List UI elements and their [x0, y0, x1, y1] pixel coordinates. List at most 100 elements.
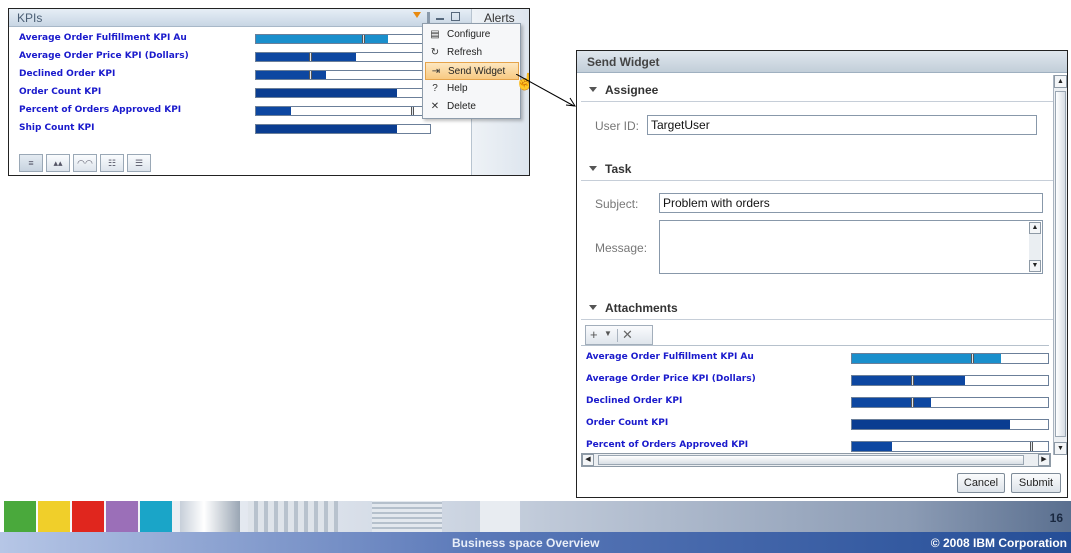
scrollbar-thumb[interactable] — [598, 455, 1024, 465]
menu-item-refresh[interactable]: ↻ Refresh — [425, 44, 519, 62]
footer-title: Business space Overview — [452, 536, 600, 550]
collapse-triangle-icon — [589, 87, 597, 92]
menu-item-label: Delete — [447, 101, 476, 112]
kpi-row-label[interactable]: Average Order Fulfillment KPI Au — [19, 33, 187, 43]
scroll-down-icon[interactable]: ▼ — [1054, 442, 1067, 455]
attachment-label[interactable]: Order Count KPI — [586, 418, 668, 428]
attachment-label[interactable]: Percent of Orders Approved KPI — [586, 440, 748, 450]
collapse-triangle-icon — [589, 305, 597, 310]
attachment-bar-fill — [852, 376, 965, 385]
message-textarea[interactable]: ▲ ▼ — [659, 220, 1043, 274]
grid-view-icon[interactable]: ☷ — [100, 154, 124, 172]
kpi-target-marker — [309, 71, 312, 79]
kpi-progress-bar — [255, 106, 431, 116]
remove-icon[interactable]: ✕ — [622, 327, 633, 343]
menu-item-send-widget[interactable]: ⇥ Send Widget — [425, 62, 519, 80]
add-icon[interactable]: + — [590, 327, 598, 342]
menu-item-help[interactable]: ? Help — [425, 80, 519, 98]
help-icon: ? — [432, 83, 438, 94]
menu-item-label: Configure — [447, 29, 491, 40]
kpi-row-label[interactable]: Declined Order KPI — [19, 69, 115, 79]
maximize-icon[interactable] — [451, 12, 460, 21]
dropdown-arrow-icon[interactable]: ▼ — [604, 329, 612, 338]
user-id-label: User ID: — [595, 119, 640, 133]
footer-color-tile — [140, 501, 172, 532]
kpi-widget-header: KPIs — [9, 9, 471, 27]
kpi-progress-bar — [255, 34, 431, 44]
footer-color-tile — [72, 501, 104, 532]
subject-input[interactable]: Problem with orders — [659, 193, 1043, 213]
menu-item-label: Help — [447, 83, 468, 94]
divider — [581, 319, 1057, 320]
gauge-view-icon[interactable]: ◠◠ — [73, 154, 97, 172]
kpi-row-label[interactable]: Average Order Price KPI (Dollars) — [19, 51, 189, 61]
scrollbar-thumb[interactable] — [1055, 91, 1066, 437]
footer-photo-tile — [372, 501, 442, 532]
user-id-input[interactable]: TargetUser — [647, 115, 1037, 135]
widget-menu-arrow-icon[interactable] — [413, 12, 421, 18]
footer-bar: Business space Overview © 2008 IBM Corpo… — [0, 532, 1071, 553]
attachment-bar-fill — [852, 354, 1001, 363]
widget-context-menu: ▤ Configure ↻ Refresh ⇥ Send Widget? Help ✕ Dele… — [422, 23, 521, 119]
attachments-section-label: Attachments — [605, 301, 678, 315]
message-scrollbar[interactable]: ▲ ▼ — [1029, 222, 1041, 272]
message-label: Message: — [595, 241, 648, 255]
attachment-progress-bar — [851, 441, 1049, 452]
kpi-bar-fill — [256, 107, 291, 115]
attachment-label[interactable]: Declined Order KPI — [586, 396, 682, 406]
attachment-bar-fill — [852, 442, 892, 451]
kpi-row-label[interactable]: Ship Count KPI — [19, 123, 95, 133]
delete-icon: ✕ — [430, 101, 440, 112]
cancel-button[interactable]: Cancel — [957, 473, 1005, 493]
assignee-section-label: Assignee — [605, 83, 659, 97]
submit-button[interactable]: Submit — [1011, 473, 1061, 493]
vertical-scrollbar[interactable]: ▲ ▼ — [1053, 75, 1067, 455]
view-mode-toolbar: ≡ ▴▴ ◠◠ ☷ ☰ — [19, 154, 151, 172]
task-section-header[interactable]: Task — [589, 162, 631, 176]
kpi-progress-bar — [255, 70, 431, 80]
connector-arrow — [516, 74, 576, 107]
kpi-target-marker — [362, 35, 365, 43]
footer-photo-tile — [480, 501, 520, 532]
divider — [581, 180, 1057, 181]
divider — [581, 101, 1057, 102]
group-view-icon[interactable]: ▴▴ — [46, 154, 70, 172]
toolbar-separator — [617, 329, 618, 342]
kpi-row-label[interactable]: Order Count KPI — [19, 87, 101, 97]
kpi-widget: KPIs Alerts Average Order Fulfillment KP… — [8, 8, 530, 176]
send-widget-dialog: Send Widget Assignee User ID: TargetUser… — [576, 50, 1068, 498]
attachment-progress-bar — [851, 375, 1049, 386]
kpi-target-marker — [309, 53, 312, 61]
dialog-title: Send Widget — [587, 55, 660, 69]
attachment-progress-bar — [851, 419, 1049, 430]
scroll-up-icon[interactable]: ▲ — [1054, 75, 1067, 88]
subject-label: Subject: — [595, 197, 639, 211]
assignee-section-header[interactable]: Assignee — [589, 83, 658, 97]
kpi-bar-fill — [256, 35, 388, 43]
menu-item-delete[interactable]: ✕ Delete — [425, 98, 519, 116]
collapse-triangle-icon — [589, 166, 597, 171]
menu-item-configure[interactable]: ▤ Configure — [425, 26, 519, 44]
scroll-left-icon[interactable]: ◀ — [582, 454, 594, 466]
send-widget-icon: ⇥ — [431, 66, 441, 77]
attachments-toolbar: + ▼ ✕ — [585, 325, 653, 345]
kpi-widget-title: KPIs — [17, 11, 43, 25]
attachment-label[interactable]: Average Order Price KPI (Dollars) — [586, 374, 756, 384]
kpi-progress-bar — [255, 52, 431, 62]
horizontal-scrollbar[interactable]: ◀ ▶ — [581, 453, 1051, 467]
kpi-progress-bar — [255, 124, 431, 134]
copyright-text: © 2008 IBM Corporation — [930, 536, 1067, 550]
minimize-icon[interactable] — [436, 18, 444, 20]
scroll-right-icon[interactable]: ▶ — [1038, 454, 1050, 466]
attachments-section-header[interactable]: Attachments — [589, 301, 678, 315]
kpi-row-label[interactable]: Percent of Orders Approved KPI — [19, 105, 181, 115]
detail-view-icon[interactable]: ☰ — [127, 154, 151, 172]
kpi-target-marker — [411, 107, 414, 115]
footer-color-tile — [38, 501, 70, 532]
attachment-progress-bar — [851, 353, 1049, 364]
scroll-up-icon[interactable]: ▲ — [1029, 222, 1041, 234]
kpi-progress-bar — [255, 88, 431, 98]
list-view-icon[interactable]: ≡ — [19, 154, 43, 172]
scroll-down-icon[interactable]: ▼ — [1029, 260, 1041, 272]
attachment-label[interactable]: Average Order Fulfillment KPI Au — [586, 352, 754, 362]
